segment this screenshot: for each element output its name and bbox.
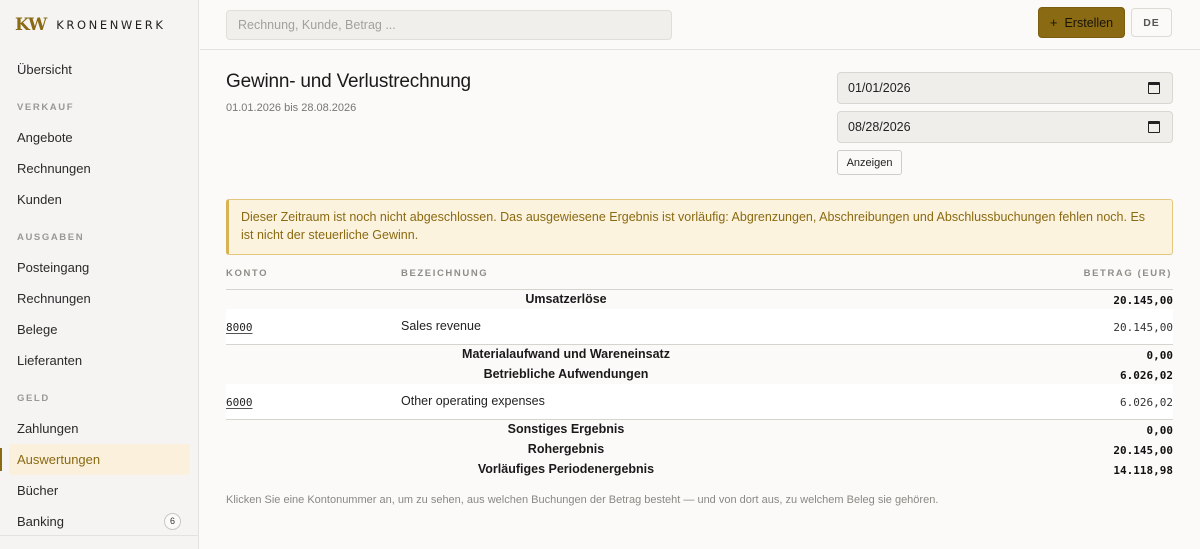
date-to-value: 08/28/2026 xyxy=(848,120,911,134)
account-name: Other operating expenses xyxy=(401,394,545,408)
group-amount: 20.145,00 xyxy=(1113,294,1173,307)
brand-logo[interactable]: KW KRONENWERK xyxy=(15,15,166,35)
sidebar-section-ausgaben: AUSGABEN xyxy=(0,215,199,252)
group-row-sonstiges: Sonstiges Ergebnis 0,00 xyxy=(226,420,1173,440)
sidebar-item-posteingang[interactable]: Posteingang xyxy=(0,252,199,283)
group-label: Umsatzerlöse xyxy=(525,292,607,306)
group-amount: 14.118,98 xyxy=(1113,464,1173,477)
sidebar-item-label: Kunden xyxy=(17,192,62,207)
column-header-konto: KONTO xyxy=(226,268,269,279)
search-input[interactable] xyxy=(226,10,672,40)
sidebar-item-banking[interactable]: Banking 6 xyxy=(0,506,199,537)
column-header-bezeichnung: BEZEICHNUNG xyxy=(401,268,489,279)
date-from-value: 01/01/2026 xyxy=(848,81,911,95)
top-bar: + Erstellen DE xyxy=(200,0,1200,50)
group-amount: 0,00 xyxy=(1146,349,1174,362)
plus-icon: + xyxy=(1049,15,1058,30)
sidebar-item-zahlungen[interactable]: Zahlungen xyxy=(0,413,199,444)
group-row-umsatz: Umsatzerlöse 20.145,00 xyxy=(226,290,1173,310)
sidebar-section-verkauf: VERKAUF xyxy=(0,85,199,122)
sidebar-item-label: Posteingang xyxy=(17,260,90,275)
sidebar-item-label: Banking xyxy=(17,514,64,529)
group-label: Vorläufiges Periodenergebnis xyxy=(477,462,655,476)
account-amount: 20.145,00 xyxy=(1113,321,1173,334)
account-amount: 6.026,02 xyxy=(1120,396,1173,409)
sidebar-item-label: Rechnungen xyxy=(17,291,91,306)
account-number-link[interactable]: 8000 xyxy=(226,321,253,334)
sidebar-item-label: Belege xyxy=(17,322,58,337)
language-button[interactable]: DE xyxy=(1131,8,1172,37)
group-amount: 6.026,02 xyxy=(1120,369,1173,382)
group-row-rohergebnis: Rohergebnis 20.145,00 xyxy=(226,440,1173,460)
sidebar-item-label: Zahlungen xyxy=(17,421,79,436)
group-label: Betriebliche Aufwendungen xyxy=(483,367,649,381)
account-name: Sales revenue xyxy=(401,319,481,333)
account-row-8000: 8000 Sales revenue 20.145,00 xyxy=(226,309,1173,345)
sidebar-item-label: Rechnungen xyxy=(17,161,91,176)
show-button[interactable]: Anzeigen xyxy=(837,150,902,175)
sidebar-item-label: Angebote xyxy=(17,130,73,145)
group-label: Sonstiges Ergebnis xyxy=(507,422,625,436)
sidebar-divider xyxy=(0,535,199,536)
brand-name: KRONENWERK xyxy=(56,18,166,32)
sidebar-item-label: Auswertungen xyxy=(17,452,101,467)
page-title: Gewinn- und Verlustrechnung xyxy=(226,71,471,92)
sidebar-section-label: VERKAUF xyxy=(17,102,75,113)
sidebar-nav: Übersicht VERKAUF Angebote Rechnungen Kunden… xyxy=(0,54,199,537)
sidebar-item-kunden[interactable]: Kunden xyxy=(0,184,199,215)
group-label: Rohergebnis xyxy=(527,442,605,456)
group-label: Materialaufwand und Wareneinsatz xyxy=(462,347,670,361)
group-row-betrieblich: Betriebliche Aufwendungen 6.026,02 xyxy=(226,365,1173,385)
sidebar-item-label: Übersicht xyxy=(17,62,72,77)
sidebar-item-angebote[interactable]: Angebote xyxy=(0,122,199,153)
sidebar-item-rechnungen-ausgaben[interactable]: Rechnungen xyxy=(0,283,199,314)
sidebar-item-uebersicht[interactable]: Übersicht xyxy=(0,54,199,85)
calendar-icon[interactable] xyxy=(1148,82,1160,94)
group-amount: 20.145,00 xyxy=(1113,444,1173,457)
sidebar-item-buecher[interactable]: Bücher xyxy=(0,475,199,506)
column-header-betrag: BETRAG (EUR) xyxy=(1083,268,1172,279)
sidebar-item-lieferanten[interactable]: Lieferanten xyxy=(0,345,199,376)
sidebar-item-rechnungen-verkauf[interactable]: Rechnungen xyxy=(0,153,199,184)
brand-mark: KW xyxy=(15,15,47,35)
sidebar-section-label: GELD xyxy=(17,393,50,404)
sidebar-item-label: Bücher xyxy=(17,483,59,498)
sidebar-item-auswertungen[interactable]: Auswertungen xyxy=(0,444,190,475)
account-row-6000: 6000 Other operating expenses 6.026,02 xyxy=(226,384,1173,420)
report-period: 01.01.2026 bis 28.08.2026 xyxy=(226,102,357,114)
account-number-link[interactable]: 6000 xyxy=(226,396,253,409)
create-button-label: Erstellen xyxy=(1064,15,1114,30)
footnote: Klicken Sie eine Kontonummer an, um zu s… xyxy=(226,494,939,506)
group-amount: 0,00 xyxy=(1146,424,1174,437)
sidebar-item-belege[interactable]: Belege xyxy=(0,314,199,345)
count-badge: 6 xyxy=(164,513,181,530)
create-button[interactable]: + Erstellen xyxy=(1038,7,1125,38)
sidebar-section-geld: GELD xyxy=(0,376,199,413)
sidebar-section-label: AUSGABEN xyxy=(17,232,85,243)
sidebar-item-label: Lieferanten xyxy=(17,353,83,368)
group-row-material: Materialaufwand und Wareneinsatz 0,00 xyxy=(226,345,1173,365)
calendar-icon[interactable] xyxy=(1148,121,1160,133)
group-row-periodenergebnis: Vorläufiges Periodenergebnis 14.118,98 xyxy=(226,460,1173,480)
date-to-input[interactable]: 08/28/2026 xyxy=(837,111,1173,143)
date-from-input[interactable]: 01/01/2026 xyxy=(837,72,1173,104)
provisional-warning: Dieser Zeitraum ist noch nicht abgeschlo… xyxy=(226,199,1173,255)
sidebar: KW KRONENWERK Übersicht VERKAUF Angebote Re… xyxy=(0,0,199,549)
